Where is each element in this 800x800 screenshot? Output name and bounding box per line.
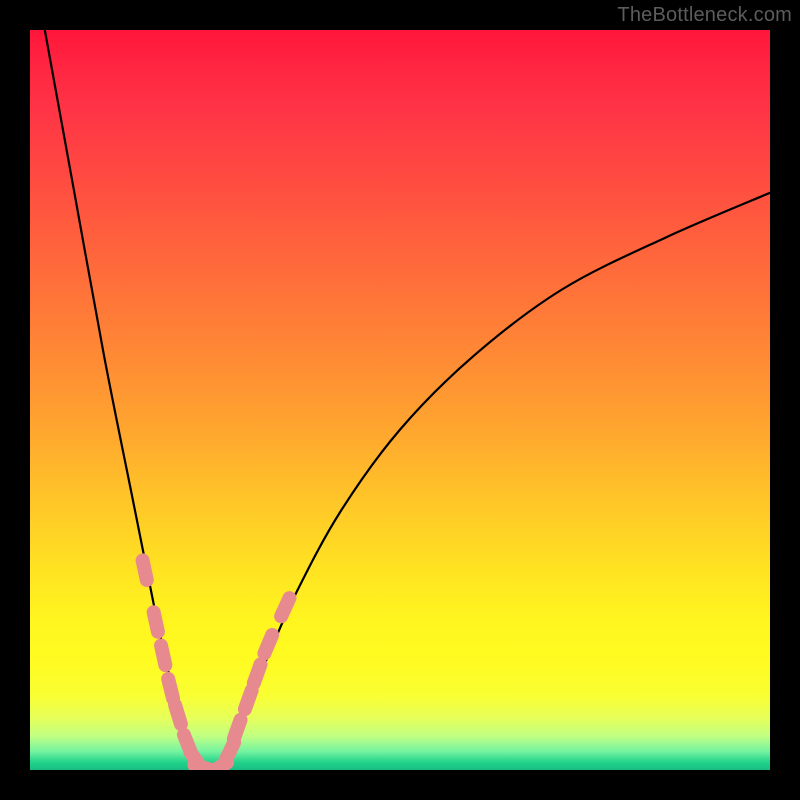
trough-marker — [161, 646, 165, 666]
watermark-text: TheBottleneck.com — [617, 4, 792, 27]
trough-marker — [254, 664, 261, 683]
trough-marker — [281, 598, 289, 616]
trough-marker — [143, 560, 147, 580]
trough-marker — [234, 720, 241, 739]
trough-marker — [245, 690, 252, 709]
bottleneck-curve-right — [219, 193, 770, 770]
trough-markers — [143, 560, 290, 770]
curve-layer — [30, 30, 770, 770]
trough-marker — [154, 612, 158, 632]
bottleneck-curve-left — [45, 30, 204, 770]
chart-frame: TheBottleneck.com — [0, 0, 800, 800]
trough-marker — [264, 635, 272, 653]
trough-marker — [175, 705, 181, 724]
trough-marker — [168, 679, 173, 698]
plot-area — [30, 30, 770, 770]
